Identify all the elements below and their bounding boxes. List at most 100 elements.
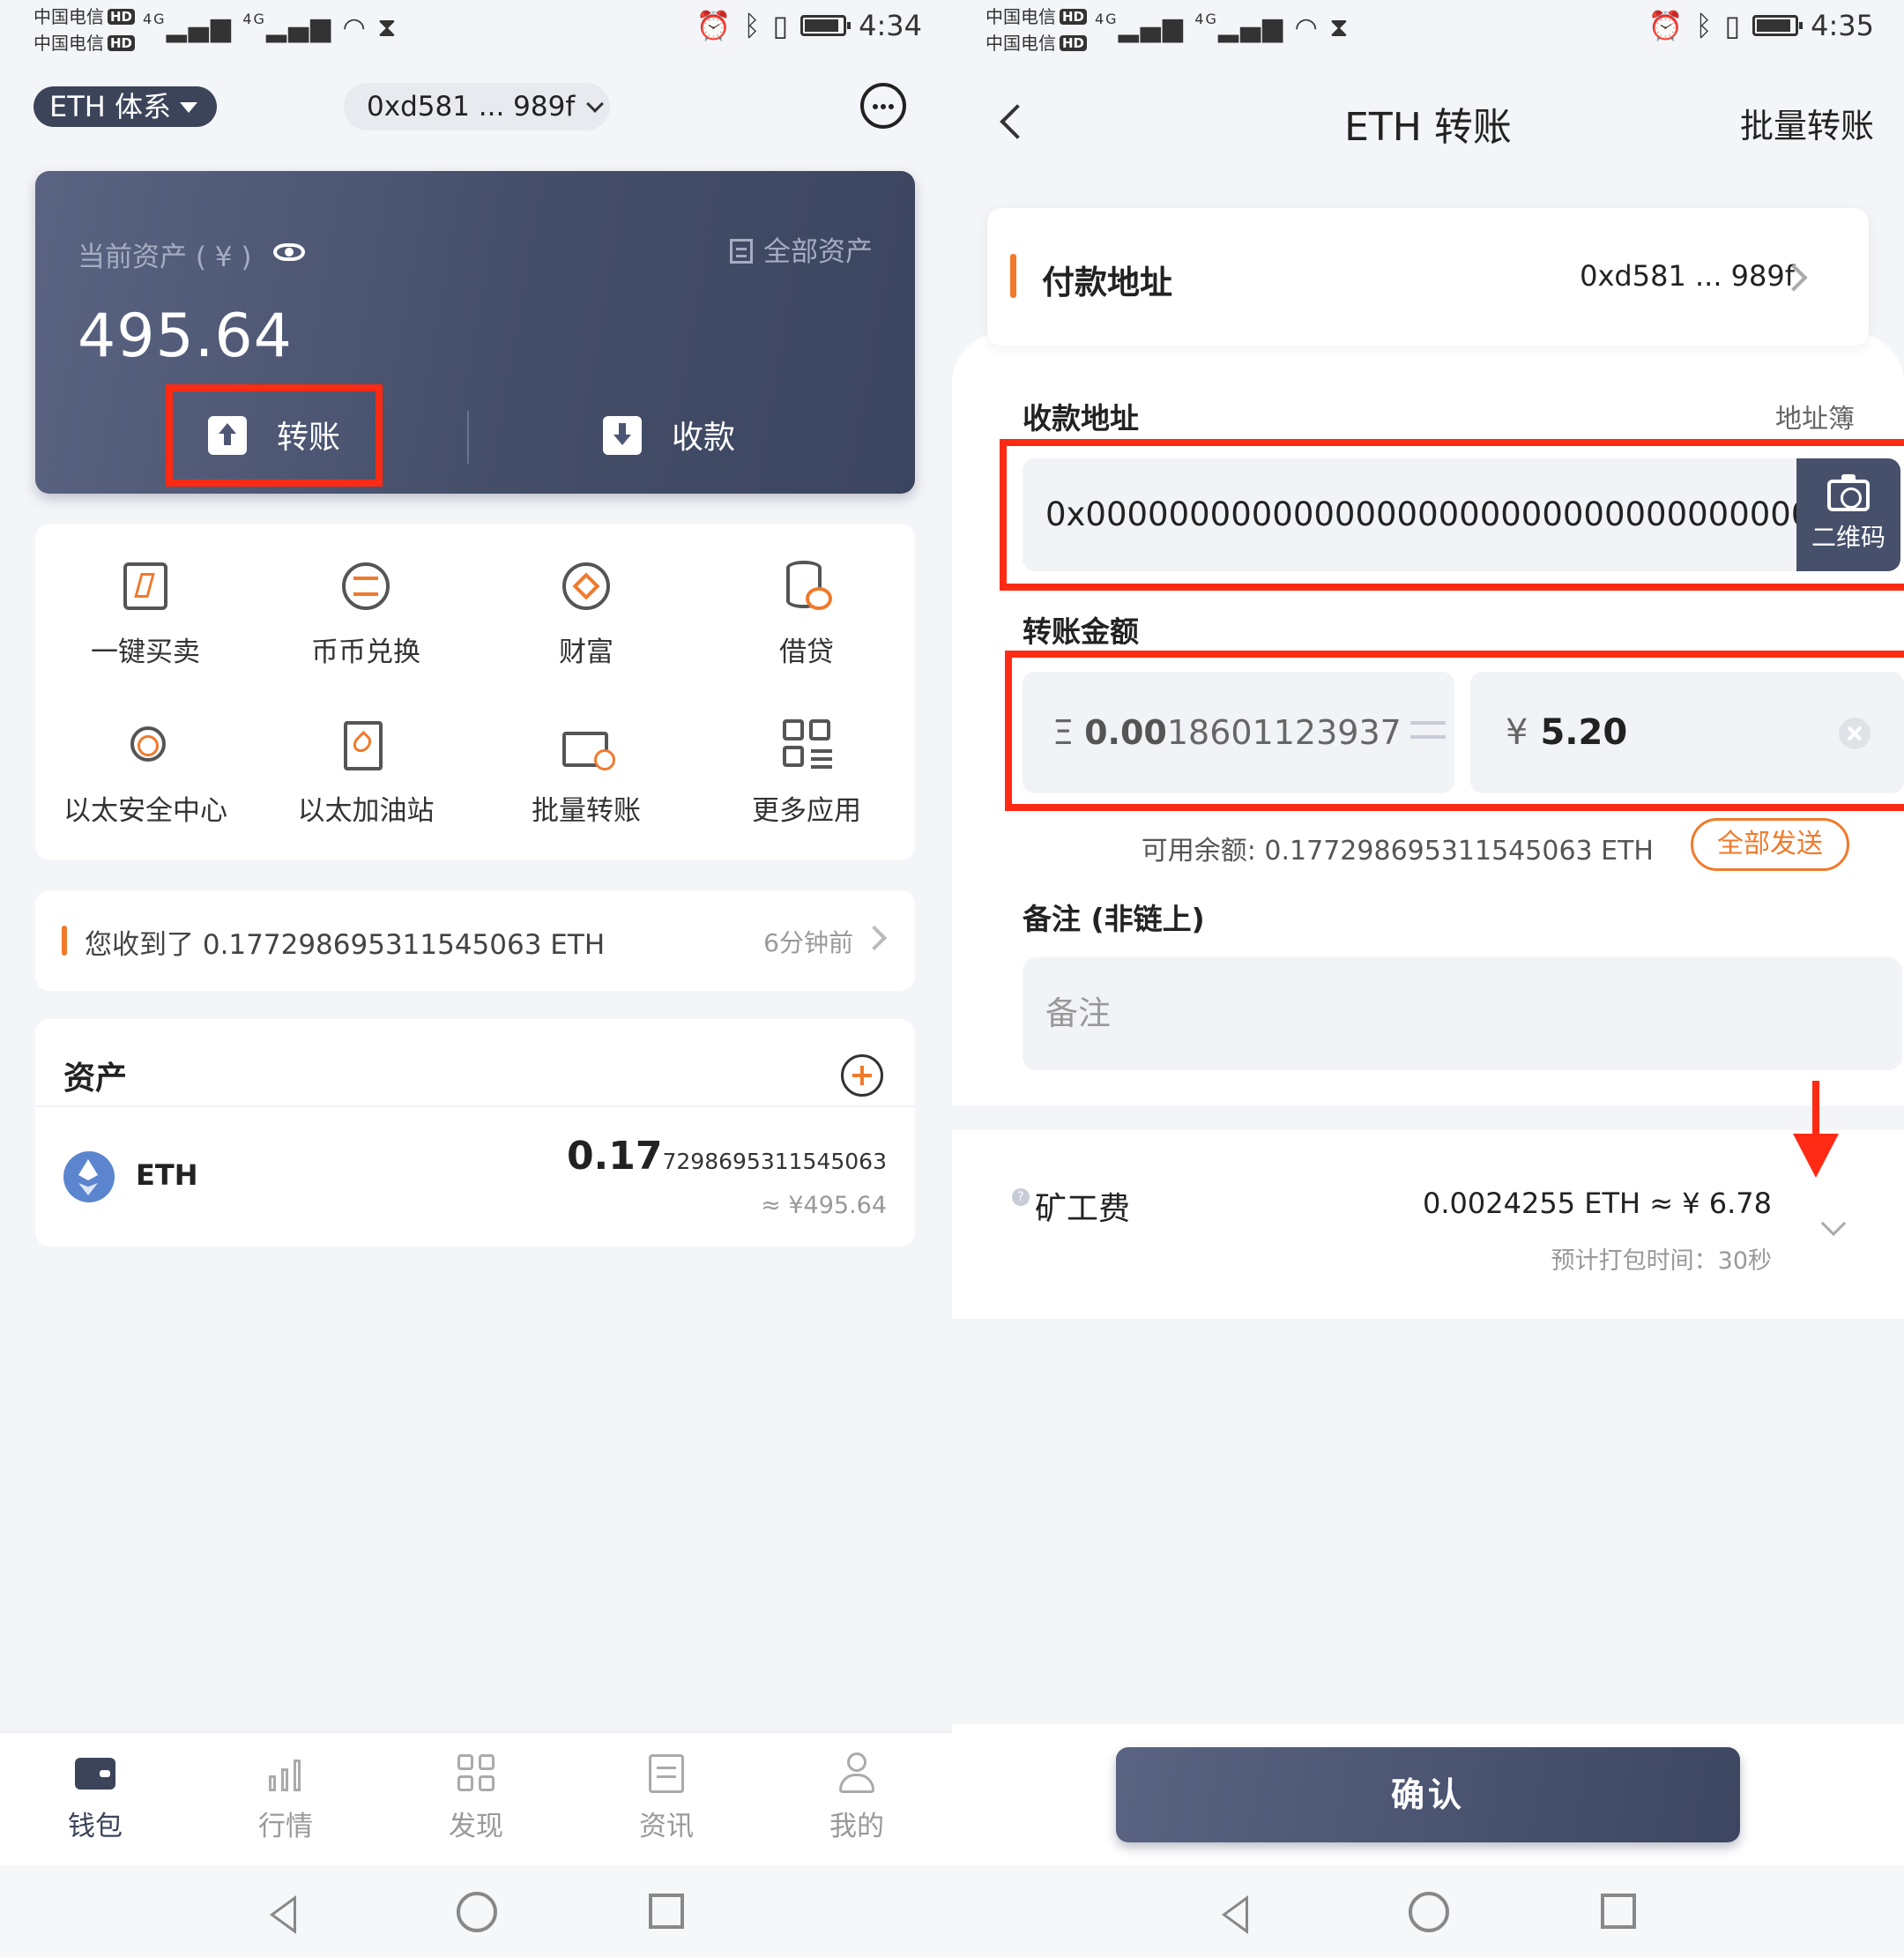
all-assets-label: 全部资产 <box>763 236 873 268</box>
hd-badge: HD <box>108 9 136 25</box>
divider <box>467 411 469 464</box>
eth-transfer-screen: 中国电信 HD 中国电信 HD 4G▂▄▆ 4G▂▄▆ ◠ ⧗ ⏰ ᛒ ▯ 4:35… <box>952 0 1904 1957</box>
wallet-icon <box>73 1752 117 1795</box>
nav-discover[interactable]: 发现 <box>405 1752 547 1843</box>
wallet-address-selector[interactable]: 0xd581 ... 989f <box>344 83 610 130</box>
tool-coin-swap[interactable]: 币币兑换 <box>256 559 476 669</box>
accent-bar <box>1010 254 1016 298</box>
market-icon <box>264 1752 308 1795</box>
chevron-down-icon <box>586 95 605 113</box>
nav-news[interactable]: 资讯 <box>596 1752 737 1843</box>
message-icon[interactable] <box>860 83 906 129</box>
system-back-icon[interactable] <box>1222 1895 1248 1934</box>
tool-wealth[interactable]: 财富 <box>476 559 696 669</box>
accent-bar <box>62 926 67 956</box>
system-nav-bar <box>952 1865 1904 1957</box>
tools-grid: 一键买卖 币币兑换 财富 借贷 以太安全中心 以太加油站 批量转账 更多应用 <box>35 524 915 860</box>
status-carrier: 中国电信 HD 中国电信 HD <box>33 4 136 56</box>
miner-fee-row[interactable]: ? 矿工费 0.0024255 ETH ≈ ¥ 6.78 预计打包时间：30秒 <box>952 1130 1904 1319</box>
carrier-1: 中国电信 <box>33 6 104 27</box>
download-icon <box>603 416 642 455</box>
nav-label: 发现 <box>449 1811 503 1842</box>
alarm-icon: ⏰ <box>1647 9 1684 42</box>
discover-icon <box>454 1752 498 1795</box>
help-icon[interactable]: ? <box>1012 1188 1030 1206</box>
highlight-box <box>1000 439 1904 591</box>
current-assets-label: 当前资产 ( ¥ ) <box>78 242 252 273</box>
all-assets-link[interactable]: 全部资产 <box>730 229 873 269</box>
asset-row-eth[interactable]: ETH 0.177298695311545063 ≈ ¥495.64 <box>35 1107 915 1246</box>
alarm-icon: ⏰ <box>695 9 732 42</box>
nav-market[interactable]: 行情 <box>215 1752 356 1843</box>
news-icon <box>644 1752 688 1795</box>
carrier-1: 中国电信 <box>985 6 1056 27</box>
nav-profile[interactable]: 我的 <box>786 1752 927 1843</box>
tool-one-click-trade[interactable]: 一键买卖 <box>35 559 256 669</box>
notice-text: 您收到了 0.177298695311545063 ETH <box>85 929 606 961</box>
balance-minor: 7298695311545063 <box>662 1149 888 1174</box>
batch-transfer-link[interactable]: 批量转账 <box>1740 99 1874 147</box>
bottom-nav: 钱包 行情 发现 资讯 我的 <box>0 1731 952 1865</box>
system-nav-bar <box>0 1865 952 1957</box>
tool-more-apps[interactable]: 更多应用 <box>696 718 917 828</box>
payer-address-value: 0xd581 ... 989f <box>1580 259 1795 293</box>
network-type: 4G <box>1194 11 1218 27</box>
system-home-icon[interactable] <box>457 1892 497 1932</box>
gas-station-icon <box>338 718 393 772</box>
amount-label: 转账金额 <box>1023 614 1139 649</box>
nav-label: 钱包 <box>68 1811 123 1842</box>
vibrate-icon: ▯ <box>772 9 789 42</box>
one-click-trade-icon <box>118 559 173 614</box>
estimated-time: 预计打包时间：30秒 <box>1551 1247 1772 1275</box>
tool-security-center[interactable]: 以太安全中心 <box>35 718 256 828</box>
nav-wallet[interactable]: 钱包 <box>25 1752 166 1843</box>
network-type: 4G <box>143 11 167 27</box>
wallet-address: 0xd581 ... 989f <box>367 91 576 123</box>
system-recent-icon[interactable] <box>649 1894 684 1929</box>
tool-batch-transfer[interactable]: 批量转账 <box>476 718 696 828</box>
tool-lending[interactable]: 借贷 <box>696 559 917 669</box>
add-asset-icon[interactable] <box>841 1054 883 1097</box>
wealth-icon <box>559 559 614 614</box>
tool-label: 更多应用 <box>752 795 861 827</box>
system-recent-icon[interactable] <box>1601 1894 1636 1929</box>
nav-label: 资讯 <box>639 1811 694 1842</box>
tool-label: 财富 <box>559 636 614 668</box>
tool-label: 币币兑换 <box>311 636 420 668</box>
highlight-box <box>1005 651 1904 811</box>
system-home-icon[interactable] <box>1409 1892 1449 1932</box>
more-apps-icon <box>779 718 834 772</box>
tool-gas-station[interactable]: 以太加油站 <box>256 718 476 828</box>
batch-transfer-icon <box>559 718 615 772</box>
bluetooth-icon: ᛒ <box>743 9 761 42</box>
payer-address-label: 付款地址 <box>1042 264 1172 301</box>
memo-input[interactable]: 备注 <box>1023 957 1902 1070</box>
balance-major: 0.17 <box>566 1134 663 1179</box>
status-right: ⏰ ᛒ ▯ 4:35 <box>1647 9 1874 42</box>
tool-label: 以太加油站 <box>297 795 435 827</box>
network-type: 4G <box>242 11 266 27</box>
system-back-icon[interactable] <box>270 1895 296 1934</box>
security-center-icon <box>118 718 173 772</box>
annotation-arrow-icon <box>1793 1081 1839 1178</box>
confirm-button[interactable]: 确认 <box>1116 1747 1740 1842</box>
wallet-home-screen: 中国电信 HD 中国电信 HD 4G▂▄▆ 4G▂▄▆ ◠ ⧗ ⏰ ᛒ ▯ 4:34… <box>0 0 952 1957</box>
available-balance: 可用余额: 0.177298695311545063 ETH <box>1141 836 1654 867</box>
signal-icons: 4G▂▄▆ 4G▂▄▆ ◠ ⧗ <box>1095 11 1350 43</box>
receive-notice[interactable]: 您收到了 0.177298695311545063 ETH 6分钟前 <box>35 890 915 991</box>
receive-button[interactable]: 收款 <box>603 407 735 469</box>
hd-badge: HD <box>108 35 136 51</box>
send-all-button[interactable]: 全部发送 <box>1691 818 1849 871</box>
address-book-link[interactable]: 地址簿 <box>1775 397 1855 435</box>
battery-icon <box>800 15 852 36</box>
chevron-down-icon[interactable] <box>1820 1210 1847 1237</box>
eye-icon[interactable] <box>273 243 305 261</box>
battery-icon <box>1752 15 1804 36</box>
chain-selector[interactable]: ETH 体系 <box>33 86 217 127</box>
bluetooth-icon: ᛒ <box>1695 9 1713 42</box>
payer-address-row[interactable]: 付款地址 0xd581 ... 989f <box>987 208 1869 346</box>
asset-symbol: ETH <box>136 1158 198 1192</box>
vibrate-icon: ▯ <box>1724 9 1741 42</box>
asset-fiat-value: ≈ ¥495.64 <box>761 1192 887 1219</box>
coin-swap-icon <box>338 559 393 614</box>
